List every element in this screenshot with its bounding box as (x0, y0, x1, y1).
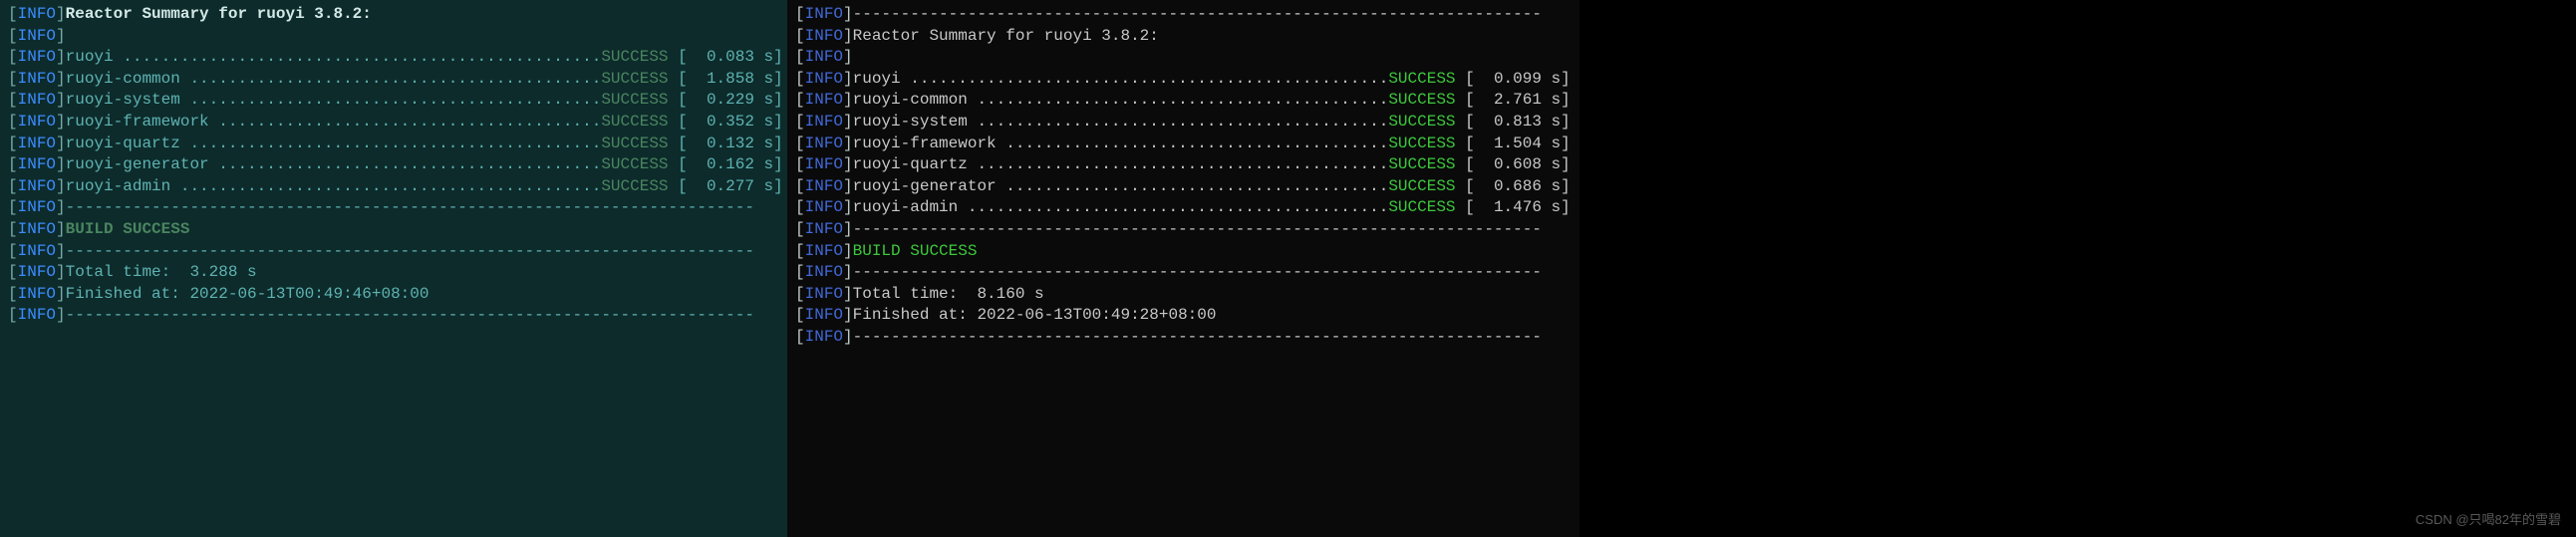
module-line: [INFO] ruoyi ...........................… (8, 47, 779, 69)
terminal-panel-right: [INFO] ---------------------------------… (787, 0, 1579, 537)
module-line: [INFO] ruoyi-generator .................… (8, 154, 779, 176)
separator-line: [INFO] ---------------------------------… (8, 305, 779, 327)
total-time-line: [INFO] Total time: 3.288 s (8, 262, 779, 284)
module-line: [INFO] ruoyi-quartz ....................… (8, 134, 779, 155)
module-line: [INFO] ruoyi-system ....................… (795, 112, 1572, 134)
separator-line: [INFO] ---------------------------------… (795, 219, 1572, 241)
module-line: [INFO] ruoyi ...........................… (795, 69, 1572, 91)
separator-line: [INFO] ---------------------------------… (8, 197, 779, 219)
reactor-header: [INFO] Reactor Summary for ruoyi 3.8.2: (795, 26, 1572, 48)
module-line: [INFO] ruoyi-common ....................… (8, 69, 779, 91)
module-line: [INFO] ruoyi-admin .....................… (8, 176, 779, 198)
reactor-header: [INFO] Reactor Summary for ruoyi 3.8.2: (8, 4, 779, 26)
build-success-line: [INFO] BUILD SUCCESS (8, 219, 779, 241)
finished-at-line: [INFO] Finished at: 2022-06-13T00:49:46+… (8, 284, 779, 306)
blank-line: [INFO] (8, 26, 779, 48)
module-line: [INFO] ruoyi-admin .....................… (795, 197, 1572, 219)
module-line: [INFO] ruoyi-quartz ....................… (795, 154, 1572, 176)
watermark: CSDN @只喝82年的雪碧 (2416, 511, 2561, 529)
separator-line: [INFO] ---------------------------------… (795, 262, 1572, 284)
terminal-panel-left: [INFO] Reactor Summary for ruoyi 3.8.2:[… (0, 0, 787, 537)
module-line: [INFO] ruoyi-framework .................… (8, 112, 779, 134)
finished-at-line: [INFO] Finished at: 2022-06-13T00:49:28+… (795, 305, 1572, 327)
module-line: [INFO] ruoyi-framework .................… (795, 134, 1572, 155)
separator-line: [INFO] ---------------------------------… (8, 241, 779, 263)
module-line: [INFO] ruoyi-system ....................… (8, 90, 779, 112)
build-success-line: [INFO] BUILD SUCCESS (795, 241, 1572, 263)
module-line: [INFO] ruoyi-common ....................… (795, 90, 1572, 112)
separator-line: [INFO] ---------------------------------… (795, 4, 1572, 26)
blank-line: [INFO] (795, 47, 1572, 69)
total-time-line: [INFO] Total time: 8.160 s (795, 284, 1572, 306)
module-line: [INFO] ruoyi-generator .................… (795, 176, 1572, 198)
separator-line: [INFO] ---------------------------------… (795, 327, 1572, 349)
